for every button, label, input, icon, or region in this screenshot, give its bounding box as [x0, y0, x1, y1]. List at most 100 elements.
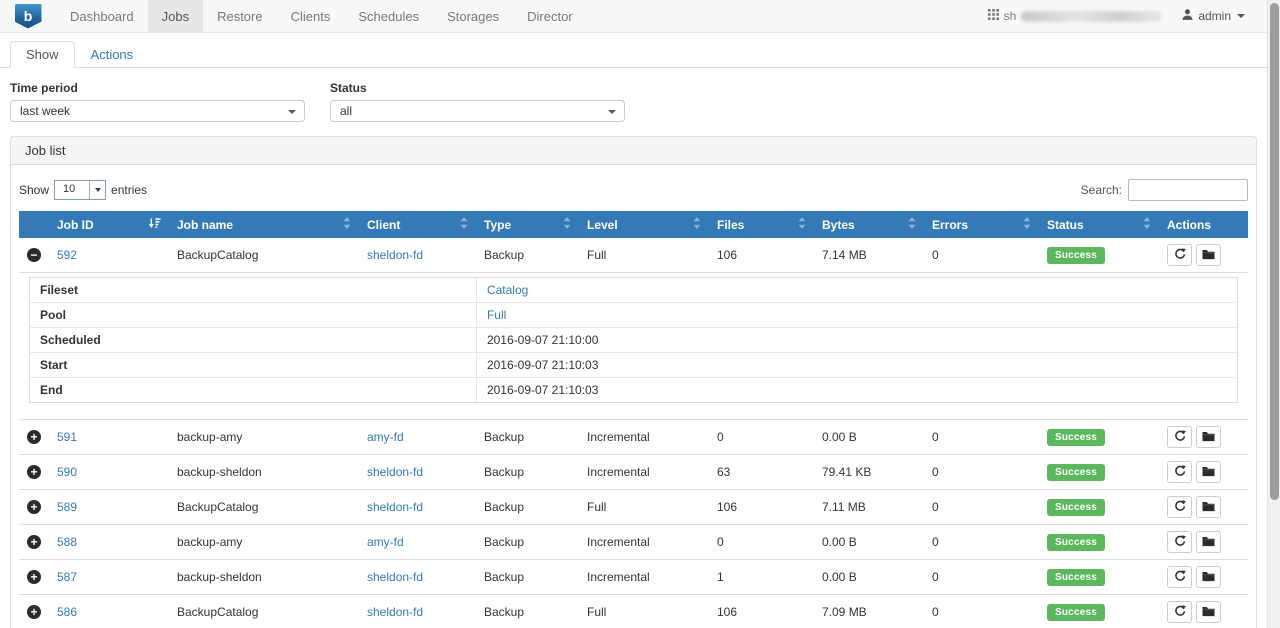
rerun-job-button[interactable] — [1167, 566, 1192, 588]
pool-link[interactable]: Full — [487, 308, 506, 322]
sort-icon — [1023, 217, 1031, 232]
type-cell: Backup — [476, 490, 579, 525]
job-files-button[interactable] — [1196, 244, 1221, 266]
scrollbar[interactable] — [1267, 0, 1280, 628]
col-header-status[interactable]: Status — [1039, 211, 1159, 238]
bytes-cell: 0.00 B — [814, 525, 924, 560]
rerun-job-button[interactable] — [1167, 601, 1192, 623]
job-id-link[interactable]: 591 — [57, 430, 77, 444]
screen: b DashboardJobsRestoreClientsSchedulesSt… — [0, 0, 1280, 628]
job-files-button[interactable] — [1196, 566, 1221, 588]
client-cell: sheldon-fd — [359, 490, 476, 525]
client-link[interactable]: sheldon-fd — [367, 605, 423, 619]
nav-item-jobs[interactable]: Jobs — [148, 0, 203, 33]
client-link[interactable]: sheldon-fd — [367, 570, 423, 584]
bytes-cell: 79.41 KB — [814, 455, 924, 490]
fileset-link[interactable]: Catalog — [487, 283, 528, 297]
client-link[interactable]: sheldon-fd — [367, 248, 423, 262]
col-header-files[interactable]: Files — [709, 211, 814, 238]
type-cell: Backup — [476, 560, 579, 595]
status-filter-select[interactable]: all — [330, 100, 625, 122]
files-cell: 0 — [709, 525, 814, 560]
job-id-link[interactable]: 592 — [57, 248, 77, 262]
rerun-job-button[interactable] — [1167, 461, 1192, 483]
nav-item-clients[interactable]: Clients — [277, 0, 345, 33]
nav-item-schedules[interactable]: Schedules — [344, 0, 433, 33]
col-header-job-id[interactable]: Job ID — [49, 211, 169, 238]
job-files-button[interactable] — [1196, 461, 1221, 483]
job-files-button[interactable] — [1196, 531, 1221, 553]
sort-icon — [693, 217, 701, 232]
job-id-link[interactable]: 587 — [57, 570, 77, 584]
client-link[interactable]: amy-fd — [367, 535, 404, 549]
plus-circle-icon[interactable]: + — [27, 535, 41, 549]
sort-icon — [908, 217, 916, 232]
job-id-link[interactable]: 588 — [57, 535, 77, 549]
expand-cell: + — [19, 455, 49, 490]
col-header-client[interactable]: Client — [359, 211, 476, 238]
type-cell: Backup — [476, 525, 579, 560]
col-header-type[interactable]: Type — [476, 211, 579, 238]
details-cell: FilesetCatalogPoolFullScheduled2016-09-0… — [19, 273, 1248, 420]
plus-circle-icon[interactable]: + — [27, 500, 41, 514]
expand-cell: + — [19, 525, 49, 560]
col-header-job-name[interactable]: Job name — [169, 211, 359, 238]
nav-item-storages[interactable]: Storages — [433, 0, 513, 33]
nav-item-director[interactable]: Director — [513, 0, 587, 33]
status-badge: Success — [1047, 604, 1105, 621]
minus-circle-icon[interactable]: − — [27, 248, 41, 262]
level-cell: Incremental — [579, 560, 709, 595]
scrollbar-thumb[interactable] — [1270, 3, 1279, 500]
client-link[interactable]: amy-fd — [367, 430, 404, 444]
panel-title: Job list — [11, 137, 1256, 165]
job-name-cell: BackupCatalog — [169, 238, 359, 273]
status-cell: Success — [1039, 525, 1159, 560]
rerun-job-button[interactable] — [1167, 496, 1192, 518]
sort-icon — [343, 217, 351, 232]
client-link[interactable]: sheldon-fd — [367, 465, 423, 479]
errors-cell: 0 — [924, 490, 1039, 525]
job-id-link[interactable]: 590 — [57, 465, 77, 479]
client-link[interactable]: sheldon-fd — [367, 500, 423, 514]
client-cell: sheldon-fd — [359, 560, 476, 595]
job-files-button[interactable] — [1196, 601, 1221, 623]
tab-show[interactable]: Show — [10, 41, 75, 68]
expanded-details-row: FilesetCatalogPoolFullScheduled2016-09-0… — [19, 273, 1248, 420]
plus-circle-icon[interactable]: + — [27, 465, 41, 479]
bytes-cell: 7.14 MB — [814, 238, 924, 273]
actions-cell — [1159, 420, 1248, 455]
job-id-link[interactable]: 586 — [57, 605, 77, 619]
job-id-cell: 586 — [49, 595, 169, 628]
bytes-cell: 0.00 B — [814, 560, 924, 595]
rerun-job-button[interactable] — [1167, 531, 1192, 553]
nav-item-restore[interactable]: Restore — [203, 0, 277, 33]
user-menu[interactable]: admin — [1181, 8, 1245, 24]
files-cell: 106 — [709, 490, 814, 525]
col-header-errors[interactable]: Errors — [924, 211, 1039, 238]
plus-circle-icon[interactable]: + — [27, 605, 41, 619]
job-files-button[interactable] — [1196, 496, 1221, 518]
tab-actions[interactable]: Actions — [75, 41, 150, 68]
col-header-bytes[interactable]: Bytes — [814, 211, 924, 238]
rerun-job-button[interactable] — [1167, 426, 1192, 448]
col-header-level[interactable]: Level — [579, 211, 709, 238]
plus-circle-icon[interactable]: + — [27, 570, 41, 584]
col-header-label: Client — [367, 218, 400, 232]
plus-circle-icon[interactable]: + — [27, 430, 41, 444]
job-files-button[interactable] — [1196, 426, 1221, 448]
username: admin — [1198, 9, 1231, 23]
status-badge: Success — [1047, 429, 1105, 446]
time-period-select[interactable]: last week — [10, 100, 305, 122]
expand-cell: + — [19, 490, 49, 525]
sort-icon — [798, 217, 806, 232]
level-cell: Incremental — [579, 420, 709, 455]
app-logo[interactable]: b — [0, 0, 56, 32]
folder-icon — [1202, 248, 1215, 263]
page-size-select[interactable]: 10 — [54, 180, 106, 200]
rerun-job-button[interactable] — [1167, 244, 1192, 266]
table-row: +589BackupCatalogsheldon-fdBackupFull106… — [19, 490, 1248, 525]
job-id-link[interactable]: 589 — [57, 500, 77, 514]
nav-item-dashboard[interactable]: Dashboard — [56, 0, 148, 33]
status-cell: Success — [1039, 490, 1159, 525]
search-input[interactable] — [1128, 179, 1248, 201]
